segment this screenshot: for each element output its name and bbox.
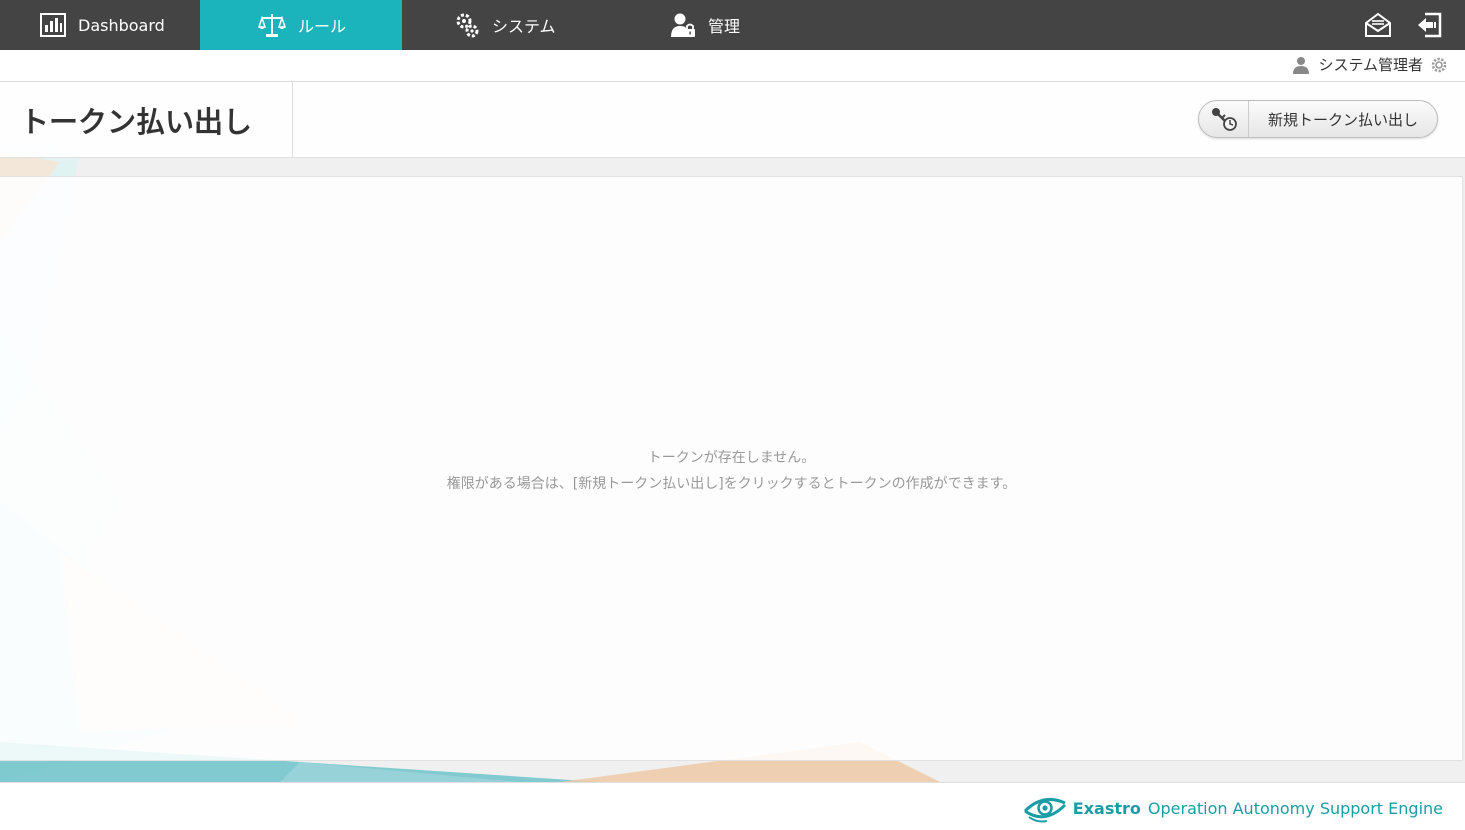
- new-token-button-label: 新規トークン払い出し: [1267, 110, 1418, 129]
- nav-tab-system[interactable]: システム: [402, 0, 602, 50]
- empty-state-message: トークンが存在しません。 権限がある場合は、[新規トークン払い出し]をクリックす…: [0, 445, 1463, 497]
- page-title: トークン払い出し: [0, 82, 293, 157]
- user-icon: [1292, 56, 1310, 74]
- nav-label: 管理: [708, 17, 741, 36]
- user-lock-icon: [670, 12, 696, 38]
- brand-tagline: Operation Autonomy Support Engine: [1147, 798, 1443, 818]
- mail-icon[interactable]: [1362, 9, 1394, 41]
- new-token-button[interactable]: 新規トークン払い出し: [1198, 100, 1438, 138]
- footer-brand: Exastro Operation Autonomy Support Engin…: [1023, 793, 1443, 823]
- key-clock-icon: [1199, 101, 1249, 137]
- user-name: システム管理者: [1318, 56, 1423, 74]
- brand-name: Exastro: [1072, 798, 1141, 818]
- exastro-eye-logo: [1023, 793, 1067, 823]
- empty-state-line1: トークンが存在しません。: [647, 450, 816, 466]
- nav-label: システム: [492, 17, 556, 36]
- dashboard-icon: [40, 13, 66, 37]
- gears-icon: [454, 12, 480, 38]
- nav-label: ルール: [298, 17, 347, 36]
- empty-state-line2: 権限がある場合は、[新規トークン払い出し]をクリックするとトークンの作成ができま…: [446, 476, 1017, 492]
- logout-icon[interactable]: [1413, 9, 1445, 41]
- nav-label: Dashboard: [78, 15, 165, 35]
- token-list-panel: トークンが存在しません。 権限がある場合は、[新規トークン払い出し]をクリックす…: [0, 176, 1463, 761]
- nav-tab-rule[interactable]: ルール: [200, 0, 402, 50]
- page-header: トークン払い出し 新規トークン払い出し: [0, 82, 1465, 158]
- user-menu[interactable]: システム管理者: [1292, 54, 1447, 75]
- footer: Exastro Operation Autonomy Support Engin…: [0, 782, 1465, 830]
- top-navigation: Dashboard ルール システム 管理: [0, 0, 1465, 50]
- nav-tab-dashboard[interactable]: Dashboard: [0, 0, 200, 50]
- settings-gear-icon[interactable]: [1431, 57, 1447, 73]
- user-bar: システム管理者: [0, 50, 1465, 82]
- nav-tab-admin[interactable]: 管理: [602, 0, 802, 50]
- scales-icon: [258, 12, 286, 38]
